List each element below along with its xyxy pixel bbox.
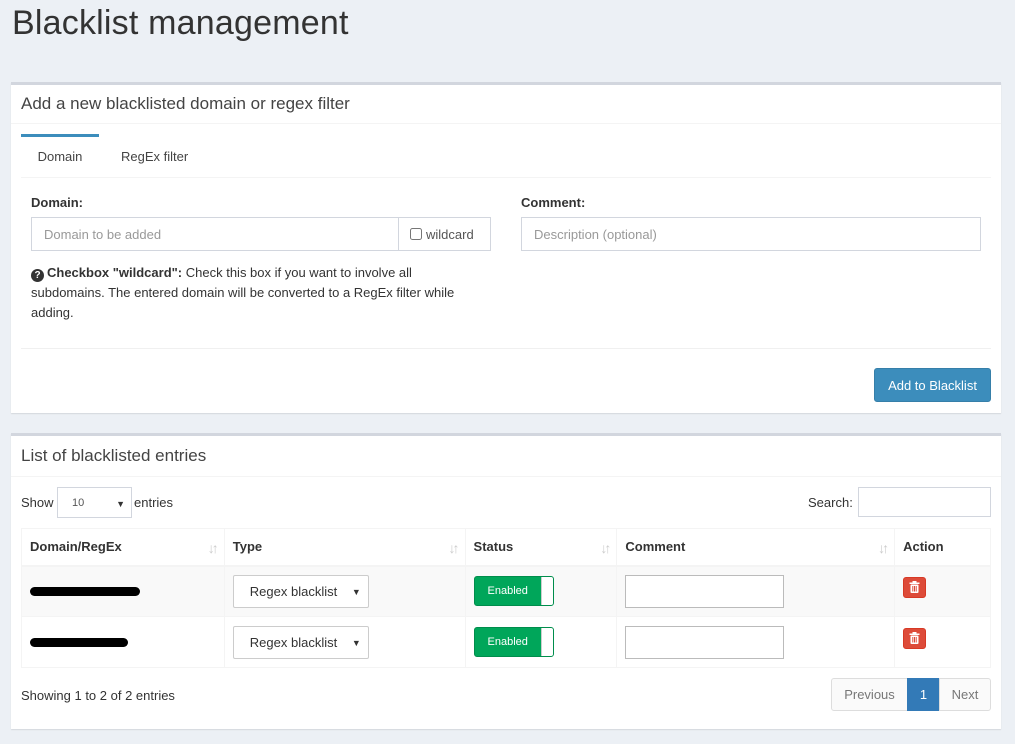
column-header-type[interactable]: Type ↓↑	[223, 528, 466, 567]
pagination-next-button[interactable]: Next	[939, 678, 991, 711]
delete-button[interactable]	[903, 576, 927, 598]
search-label: Search:	[808, 495, 853, 510]
caret-down-icon: ▼	[116, 499, 125, 509]
comment-input[interactable]	[521, 217, 981, 251]
comment-cell	[616, 616, 896, 668]
table-row: Regex blacklist ▼ Enabled	[21, 565, 991, 617]
row-comment-input[interactable]	[625, 574, 785, 608]
column-header-comment[interactable]: Comment ↓↑	[616, 528, 896, 567]
column-header-status[interactable]: Status ↓↑	[464, 528, 618, 567]
status-cell: Enabled	[464, 616, 618, 668]
caret-down-icon: ▼	[351, 637, 361, 648]
type-select[interactable]: Regex blacklist ▼	[232, 625, 369, 659]
add-blacklist-box: Add a new blacklisted domain or regex fi…	[11, 82, 1001, 413]
wildcard-label: wildcard	[426, 226, 474, 242]
sort-icon: ↓↑	[207, 540, 219, 556]
domain-label: Domain:	[31, 195, 83, 210]
sort-icon: ↓↑	[600, 540, 611, 556]
table-row: Regex blacklist ▼ Enabled	[21, 616, 991, 668]
status-cell: Enabled	[464, 565, 618, 617]
toggle-knob	[540, 628, 553, 656]
pagination: Previous 1 Next	[831, 678, 991, 711]
tab-domain[interactable]: Domain	[21, 134, 99, 178]
list-box-header: List of blacklisted entries	[11, 436, 1001, 477]
caret-down-icon: ▼	[351, 586, 361, 597]
entries-label: entries	[134, 495, 174, 510]
domain-cell	[21, 616, 225, 668]
page-length-select[interactable]: 10 ▼	[57, 487, 132, 518]
add-box-header: Add a new blacklisted domain or regex fi…	[11, 85, 1001, 124]
search-input[interactable]	[858, 487, 991, 517]
page-title: Blacklist management	[12, 4, 349, 42]
wildcard-checkbox[interactable]	[410, 228, 422, 240]
help-title: Checkbox "wildcard":	[47, 265, 183, 280]
pagination-previous-button[interactable]: Previous	[831, 678, 908, 711]
show-label: Show	[21, 495, 54, 510]
list-box-title: List of blacklisted entries	[21, 446, 207, 465]
tab-regex-filter[interactable]: RegEx filter	[99, 134, 204, 178]
add-to-blacklist-button[interactable]: Add to Blacklist	[874, 368, 991, 402]
wildcard-help-text: ? Checkbox "wildcard": Check this box if …	[31, 263, 481, 323]
type-cell: Regex blacklist ▼	[223, 616, 466, 668]
delete-button[interactable]	[903, 627, 927, 649]
trash-icon	[909, 581, 920, 594]
trash-icon	[909, 632, 920, 644]
form-divider	[21, 348, 991, 349]
sort-icon: ↓↑	[878, 540, 889, 556]
comment-label: Comment:	[521, 195, 586, 210]
column-header-action: Action	[894, 528, 991, 567]
action-cell	[894, 565, 991, 617]
row-comment-input[interactable]	[625, 625, 785, 659]
type-select[interactable]: Regex blacklist ▼	[232, 574, 369, 608]
pagination-page-1[interactable]: 1	[907, 678, 940, 711]
status-toggle[interactable]: Enabled	[473, 627, 554, 657]
column-header-domain[interactable]: Domain/RegEx ↓↑	[21, 528, 225, 567]
comment-cell	[616, 565, 896, 617]
blacklist-entries-box: List of blacklisted entries Show 10 ▼ en…	[11, 433, 1001, 729]
domain-cell	[21, 565, 225, 617]
blacklist-table: Domain/RegEx ↓↑ Type ↓↑ Status ↓↑ Commen…	[21, 528, 991, 668]
table-info-text: Showing 1 to 2 of 2 entries	[21, 688, 175, 703]
redacted-domain	[30, 586, 140, 596]
type-cell: Regex blacklist ▼	[223, 565, 466, 617]
domain-input[interactable]	[31, 217, 399, 251]
question-circle-icon: ?	[31, 269, 44, 282]
toggle-knob	[540, 577, 553, 606]
add-box-title: Add a new blacklisted domain or regex fi…	[21, 94, 350, 113]
page-length-value: 10	[72, 496, 85, 509]
entry-type-tabs: Domain RegEx filter	[21, 134, 991, 178]
sort-icon: ↓↑	[448, 540, 460, 556]
table-header-row: Domain/RegEx ↓↑ Type ↓↑ Status ↓↑ Commen…	[21, 528, 991, 567]
status-toggle[interactable]: Enabled	[473, 576, 554, 607]
wildcard-addon[interactable]: wildcard	[399, 217, 491, 251]
redacted-domain	[30, 637, 128, 647]
action-cell	[894, 616, 991, 668]
